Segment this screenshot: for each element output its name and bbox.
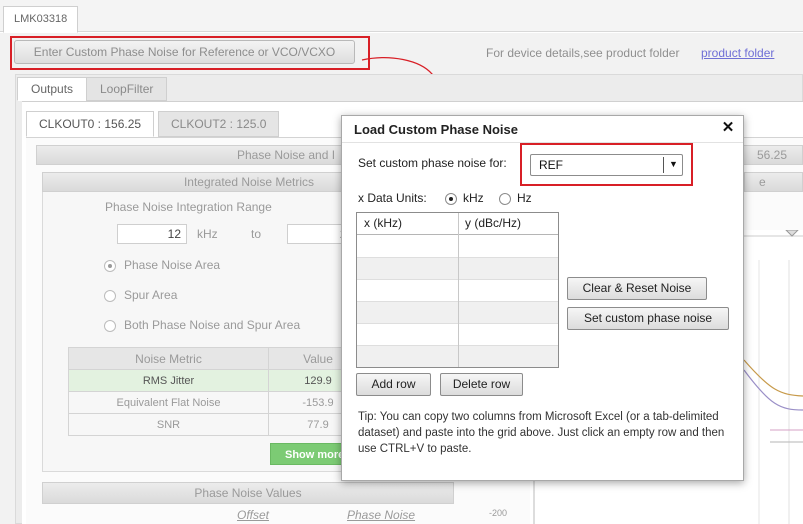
phase-noise-grid[interactable]: x (kHz) y (dBc/Hz): [356, 212, 559, 368]
app-tab-lmk03318[interactable]: LMK03318: [3, 6, 79, 33]
radio-label-phase-noise-area: Phase Noise Area: [124, 258, 221, 272]
units-label: x Data Units:: [358, 191, 427, 205]
select-highlight-box: [520, 143, 693, 186]
tab-loopfilter[interactable]: LoopFilter: [86, 77, 168, 101]
to-label: to: [251, 227, 262, 241]
right-partial-band: e: [744, 172, 803, 192]
phase-noise-header[interactable]: Phase Noise: [347, 508, 415, 522]
metric-header: Noise Metric: [68, 347, 269, 370]
add-row-button[interactable]: Add row: [356, 373, 431, 396]
phase-noise-band-title: Phase Noise and I: [237, 148, 336, 162]
noise-metric-table: Noise Metric Value RMS Jitter 129.9 Equi…: [68, 347, 368, 436]
phase-noise-values-band: Phase Noise Values: [42, 482, 454, 504]
paste-tip-text: Tip: You can copy two columns from Micro…: [358, 411, 725, 455]
tab-clkout2[interactable]: CLKOUT2 : 125.0: [158, 111, 280, 137]
table-row: Equivalent Flat Noise -153.9: [68, 391, 368, 414]
grid-header-x: x (kHz): [357, 213, 458, 235]
enter-button-highlight-box: [10, 36, 370, 70]
grid-header-y: y (dBc/Hz): [458, 213, 558, 235]
product-folder-link[interactable]: product folder: [701, 46, 774, 60]
start-unit-label: kHz: [197, 227, 218, 241]
metric-cell: RMS Jitter: [68, 369, 269, 392]
metric-cell: SNR: [68, 413, 269, 436]
set-for-label: Set custom phase noise for:: [358, 156, 507, 170]
radio-label-khz: kHz: [463, 191, 484, 205]
metric-cell: Equivalent Flat Noise: [68, 391, 269, 414]
radio-label-both: Both Phase Noise and Spur Area: [124, 318, 301, 332]
radio-hz[interactable]: [499, 193, 511, 205]
table-row: RMS Jitter 129.9: [68, 369, 368, 392]
delete-row-button[interactable]: Delete row: [440, 373, 523, 396]
radio-both[interactable]: [104, 320, 116, 332]
integration-start-input[interactable]: 12: [117, 224, 187, 244]
offset-header[interactable]: Offset: [237, 508, 269, 522]
radio-spur-area[interactable]: [104, 290, 116, 302]
set-custom-phase-noise-button[interactable]: Set custom phase noise: [567, 307, 729, 330]
dialog-title: Load Custom Phase Noise: [354, 122, 518, 137]
radio-label-spur-area: Spur Area: [124, 288, 178, 302]
right-band-value: 56.25: [757, 148, 788, 162]
clear-reset-noise-button[interactable]: Clear & Reset Noise: [567, 277, 707, 300]
radio-khz[interactable]: [445, 193, 457, 205]
tab-clkout0[interactable]: CLKOUT0 : 156.25: [26, 111, 155, 137]
load-custom-phase-noise-dialog: Load Custom Phase Noise ✕ Set custom pha…: [341, 115, 744, 481]
integration-end-input[interactable]: 2: [287, 224, 347, 244]
tab-outputs[interactable]: Outputs: [17, 77, 88, 101]
table-row: SNR 77.9: [68, 413, 368, 436]
close-icon[interactable]: ✕: [720, 120, 736, 136]
radio-label-hz: Hz: [517, 191, 532, 205]
app-tab-strip: [0, 0, 803, 32]
grid-column-divider: [458, 213, 459, 367]
chart-y-tick-label: -200: [489, 508, 508, 518]
radio-phase-noise-area[interactable]: [104, 260, 116, 272]
integration-range-label: Phase Noise Integration Range: [105, 200, 272, 214]
device-details-text: For device details,see product folder: [486, 46, 680, 60]
